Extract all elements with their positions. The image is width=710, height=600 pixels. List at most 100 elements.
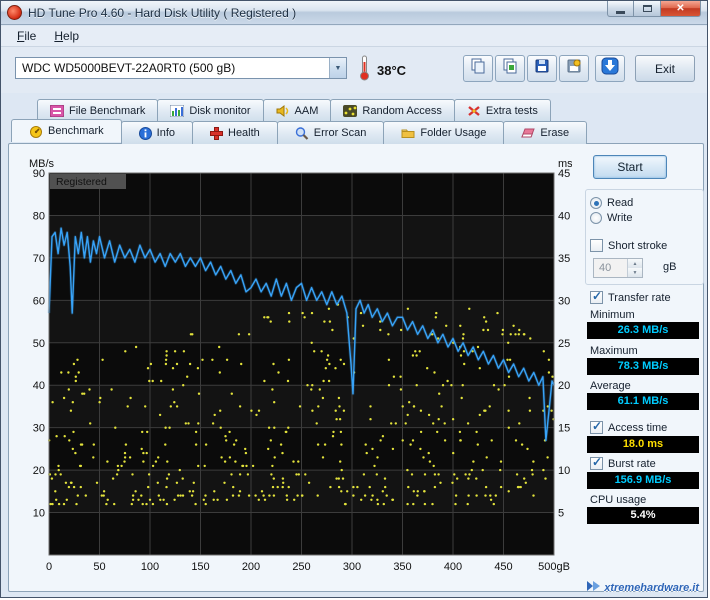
svg-text:20: 20 [558, 380, 570, 392]
svg-text:350: 350 [393, 561, 411, 573]
tab-label: Info [157, 127, 175, 139]
save-button[interactable] [527, 55, 557, 82]
maximize-icon [643, 5, 652, 12]
access-time-value: 18.0 ms [587, 436, 699, 453]
svg-text:300: 300 [343, 561, 361, 573]
menu-file[interactable]: File [9, 27, 44, 45]
tab-health[interactable]: Health [192, 121, 278, 144]
minimum-label: Minimum [590, 309, 635, 321]
maximize-button[interactable] [634, 1, 661, 17]
file-benchmark-icon [50, 105, 64, 117]
exit-button[interactable]: Exit [635, 55, 695, 82]
svg-text:30: 30 [33, 423, 45, 435]
dropdown-arrow-icon[interactable]: ▼ [329, 58, 346, 78]
transfer-rate-checkbox-box[interactable] [590, 291, 603, 304]
svg-text:70: 70 [33, 253, 45, 265]
aam-icon [276, 105, 290, 117]
svg-text:200: 200 [242, 561, 260, 573]
burst-rate-label: Burst rate [608, 458, 656, 470]
svg-text:Registered: Registered [56, 176, 107, 188]
short-stroke-checkbox[interactable]: Short stroke [590, 239, 667, 252]
tab-random-access[interactable]: Random Access [330, 99, 454, 122]
download-button[interactable] [595, 55, 625, 82]
svg-text:0: 0 [46, 561, 52, 573]
svg-text:60: 60 [33, 295, 45, 307]
window-title: HD Tune Pro 4.60 - Hard Disk Utility ( R… [28, 6, 296, 20]
close-icon: ✕ [676, 3, 684, 14]
tab-label: Error Scan [314, 127, 367, 139]
short-stroke-checkbox-box[interactable] [590, 239, 603, 252]
tab-disk-monitor[interactable]: Disk monitor [157, 99, 263, 122]
drive-select[interactable]: WDC WD5000BEVT-22A0RT0 (500 gB) ▼ [15, 57, 347, 79]
access-time-checkbox-box[interactable] [590, 421, 603, 434]
start-button[interactable]: Start [593, 155, 667, 179]
average-label: Average [590, 380, 631, 392]
random-access-icon [343, 105, 357, 117]
read-radio[interactable]: Read [590, 197, 633, 209]
tab-label: Folder Usage [420, 127, 486, 139]
tab-benchmark[interactable]: Benchmark [11, 119, 122, 142]
burst-rate-checkbox[interactable]: Burst rate [590, 457, 656, 470]
svg-text:90: 90 [33, 168, 45, 180]
svg-text:20: 20 [33, 465, 45, 477]
tab-erase[interactable]: Erase [503, 121, 587, 144]
transfer-rate-label: Transfer rate [608, 292, 671, 304]
tab-label: Disk monitor [189, 105, 250, 117]
svg-text:30: 30 [558, 295, 570, 307]
copy-button[interactable] [463, 55, 493, 82]
write-radio-label: Write [607, 212, 632, 224]
cpu-usage-value: 5.4% [587, 507, 699, 524]
minimum-value: 26.3 MB/s [587, 322, 699, 339]
spin-down-icon[interactable]: ▼ [628, 268, 642, 277]
close-button[interactable]: ✕ [661, 1, 701, 17]
capture-icon [566, 58, 582, 79]
svg-text:25: 25 [558, 338, 570, 350]
tab-error-scan[interactable]: Error Scan [277, 121, 385, 144]
info-icon [139, 127, 152, 140]
copy-screenshot-icon [502, 58, 518, 79]
tab-label: File Benchmark [69, 105, 145, 117]
titlebar: HD Tune Pro 4.60 - Hard Disk Utility ( R… [1, 1, 707, 25]
erase-icon [521, 127, 535, 139]
access-time-checkbox[interactable]: Access time [590, 421, 667, 434]
tab-label: Benchmark [48, 125, 104, 137]
svg-text:80: 80 [33, 210, 45, 222]
temperature-indicator: 38°C [359, 55, 406, 86]
benchmark-icon [29, 125, 43, 138]
short-stroke-input[interactable]: 40 ▲▼ [593, 258, 643, 278]
app-window: HD Tune Pro 4.60 - Hard Disk Utility ( R… [0, 0, 708, 598]
error-scan-icon [295, 127, 309, 140]
tab-info[interactable]: Info [121, 121, 193, 144]
burst-rate-checkbox-box[interactable] [590, 457, 603, 470]
tab-label: Random Access [362, 105, 441, 117]
spin-up-icon[interactable]: ▲ [628, 259, 642, 268]
cpu-usage-label: CPU usage [590, 494, 646, 506]
transfer-rate-checkbox[interactable]: Transfer rate [590, 291, 671, 304]
tab-extra-tests[interactable]: Extra tests [454, 99, 551, 122]
tab-label: Extra tests [486, 105, 538, 117]
copy-screenshot-button[interactable] [495, 55, 525, 82]
minimize-button[interactable] [607, 1, 634, 17]
save-icon [534, 58, 550, 79]
menu-help[interactable]: Help [46, 27, 87, 45]
tab-folder-usage[interactable]: Folder Usage [383, 121, 504, 144]
tab-aam[interactable]: AAM [263, 99, 332, 122]
capture-button[interactable] [559, 55, 589, 82]
svg-text:40: 40 [33, 380, 45, 392]
svg-text:10: 10 [558, 465, 570, 477]
toolbar: WDC WD5000BEVT-22A0RT0 (500 gB) ▼ 38°C E… [1, 47, 707, 93]
write-radio-button[interactable] [590, 212, 602, 224]
svg-text:150: 150 [191, 561, 209, 573]
read-radio-button[interactable] [590, 197, 602, 209]
short-stroke-value: 40 [594, 259, 627, 277]
svg-text:15: 15 [558, 423, 570, 435]
write-radio[interactable]: Write [590, 212, 632, 224]
svg-text:400: 400 [444, 561, 462, 573]
caption-buttons: ✕ [607, 1, 701, 17]
folder-usage-icon [401, 127, 415, 139]
benchmark-chart: RegisteredMB/sms102030405060708090510152… [27, 155, 572, 579]
tab-label: AAM [295, 105, 319, 117]
disk-monitor-icon [170, 105, 184, 117]
svg-text:500gB: 500gB [538, 561, 570, 573]
thermometer-icon [359, 55, 370, 86]
